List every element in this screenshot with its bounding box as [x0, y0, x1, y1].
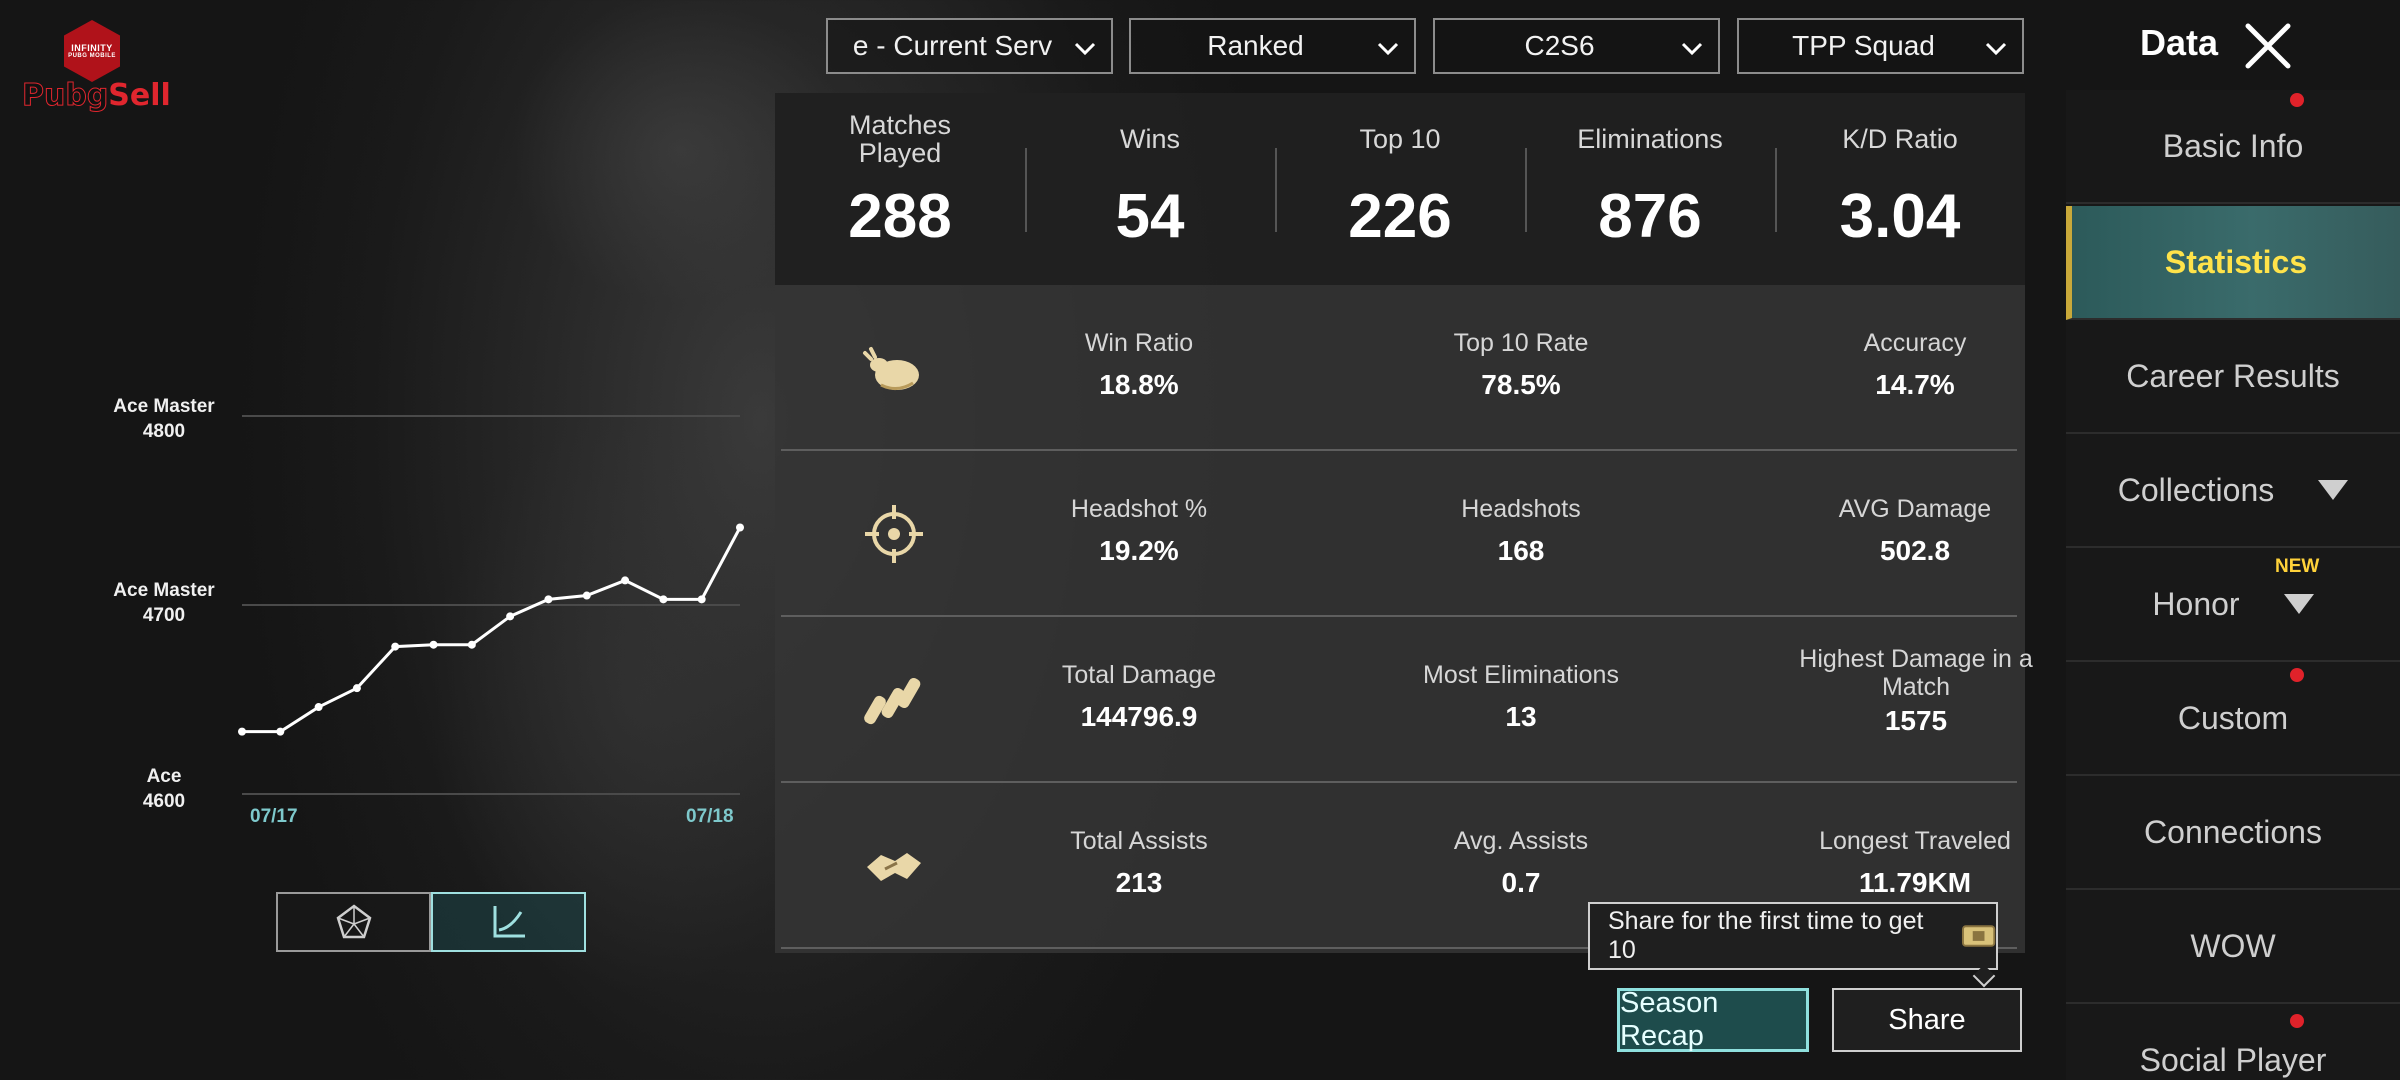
- squad-dropdown[interactable]: TPP Squad: [1737, 18, 2024, 74]
- rank-point: [582, 591, 591, 600]
- chevron-down-icon: [1985, 42, 2007, 56]
- mode-dropdown[interactable]: Ranked: [1129, 18, 1416, 74]
- bullets-icon: [864, 677, 921, 725]
- date-end: 07/18: [686, 806, 734, 827]
- sidebar-item-honor[interactable]: Honor: [2066, 548, 2400, 662]
- rank-point: [544, 595, 553, 604]
- stat-headshot-percent: Headshot % 19.2%: [1070, 495, 1208, 566]
- line-chart-icon: [493, 906, 525, 938]
- page-title: Data: [2140, 22, 2219, 63]
- stat-row-placement: Win Ratio 18.8% Top 10 Rate 78.5% Accuracy…: [781, 285, 2017, 451]
- chevron-down-icon: [1377, 42, 1399, 56]
- sidebar-item-wow[interactable]: WOW: [2066, 890, 2400, 1004]
- new-badge: NEW: [2275, 556, 2320, 577]
- rank-point: [736, 523, 744, 532]
- rank-line: [242, 526, 742, 734]
- stat-headshots: Headshots 168: [1461, 495, 1581, 566]
- notification-dot: [2290, 668, 2304, 682]
- tier-label-top: Ace Master 4800: [113, 396, 215, 442]
- rank-point: [429, 640, 438, 649]
- season-dropdown-label: C2S6: [1524, 30, 1595, 61]
- coupon-icon: [1961, 925, 1996, 947]
- stat-top10-rate: Top 10 Rate 78.5%: [1453, 329, 1589, 400]
- summary-kd-ratio: K/D Ratio 3.04: [1775, 93, 2025, 285]
- sidebar-item-collections[interactable]: Collections: [2066, 434, 2400, 548]
- notification-dot: [2290, 1014, 2304, 1028]
- rank-point: [352, 684, 361, 693]
- rank-point: [314, 703, 323, 712]
- sidebar-item-basic-info[interactable]: Basic Info: [2066, 90, 2400, 204]
- summary-wins: Wins 54: [1025, 93, 1275, 285]
- chevron-down-icon: [1681, 42, 1703, 56]
- sidebar-item-statistics[interactable]: Statistics: [2066, 206, 2400, 320]
- rank-point: [621, 576, 630, 585]
- summary-bar: Matches Played 288 Wins 54 Top 10 226 El…: [775, 93, 2025, 285]
- stat-row-damage: Total Damage 144796.9 Most Eliminations 13…: [781, 617, 2033, 783]
- stat-avg-assists: Avg. Assists 0.7: [1453, 827, 1589, 898]
- chicken-icon: [863, 347, 919, 390]
- rank-point: [276, 727, 285, 736]
- date-start: 07/17: [250, 806, 298, 827]
- stat-win-ratio: Win Ratio 18.8%: [1084, 329, 1194, 400]
- season-recap-button[interactable]: Season Recap: [1617, 987, 1809, 1052]
- stat-longest-traveled: Longest Traveled 11.79KM: [1819, 827, 2011, 898]
- sidebar-item-social-player[interactable]: Social Player: [2066, 1004, 2400, 1080]
- stat-highest-damage: Highest Damage in a Match 1575: [1799, 645, 2033, 736]
- stat-avg-damage: AVG Damage 502.8: [1838, 495, 1992, 566]
- share-tooltip: Share for the first time to get 10: [1588, 902, 1998, 970]
- rank-chart: Ace Master 4800 Ace Master 4700 Ace 4600 07…: [100, 370, 760, 850]
- handshake-icon: [867, 853, 921, 881]
- mode-dropdown-label: Ranked: [1207, 30, 1304, 61]
- watermark-logo: INFINITY PUBG MOBILE PubgSell: [21, 20, 172, 120]
- close-icon[interactable]: [2240, 18, 2296, 74]
- tier-label-middle: Ace Master 4700: [113, 580, 215, 626]
- pentagon-icon: [336, 904, 371, 939]
- chevron-down-icon: [1074, 42, 1096, 56]
- server-dropdown[interactable]: e - Current Serv: [826, 18, 1113, 74]
- logo-emblem: INFINITY PUBG MOBILE: [64, 20, 120, 82]
- squad-dropdown-label: TPP Squad: [1792, 30, 1935, 61]
- season-dropdown[interactable]: C2S6: [1433, 18, 1720, 74]
- sidebar-item-connections[interactable]: Connections: [2066, 776, 2400, 890]
- radar-view-button[interactable]: [276, 892, 431, 952]
- rank-point: [659, 595, 668, 604]
- summary-top10: Top 10 226: [1275, 93, 1525, 285]
- server-dropdown-label: e - Current Serv: [852, 30, 1053, 61]
- share-button[interactable]: Share: [1832, 988, 2022, 1052]
- stat-row-aim: Headshot % 19.2% Headshots 168 AVG Damage 5…: [781, 451, 2017, 617]
- stat-accuracy: Accuracy 14.7%: [1863, 329, 1967, 400]
- tier-label-bottom: Ace 4600: [142, 766, 186, 812]
- sidebar: Basic Info Statistics Career Results Col…: [2066, 90, 2400, 1080]
- summary-matches: Matches Played 288: [848, 110, 952, 251]
- chart-toggle: [276, 892, 586, 952]
- rank-point: [697, 595, 706, 604]
- triangle-down-icon: [2283, 594, 2314, 614]
- stat-total-assists: Total Assists 213: [1070, 827, 1208, 898]
- rank-point: [506, 612, 515, 621]
- sidebar-item-career-results[interactable]: Career Results: [2066, 320, 2400, 434]
- stat-most-eliminations: Most Eliminations 13: [1423, 661, 1619, 732]
- notification-dot: [2290, 93, 2304, 107]
- statistics-panel: Matches Played 288 Wins 54 Top 10 226 El…: [775, 93, 2033, 953]
- sidebar-item-custom[interactable]: Custom: [2066, 662, 2400, 776]
- triangle-down-icon: [2318, 480, 2349, 500]
- summary-eliminations: Eliminations 876: [1525, 93, 1775, 285]
- rank-point: [238, 727, 246, 736]
- rank-point: [391, 642, 400, 651]
- rank-point: [467, 640, 476, 649]
- crosshair-icon: [865, 505, 923, 563]
- logo-brand: PubgSell: [21, 78, 171, 114]
- stat-total-damage: Total Damage 144796.9: [1061, 661, 1217, 732]
- trend-view-button[interactable]: [431, 892, 586, 952]
